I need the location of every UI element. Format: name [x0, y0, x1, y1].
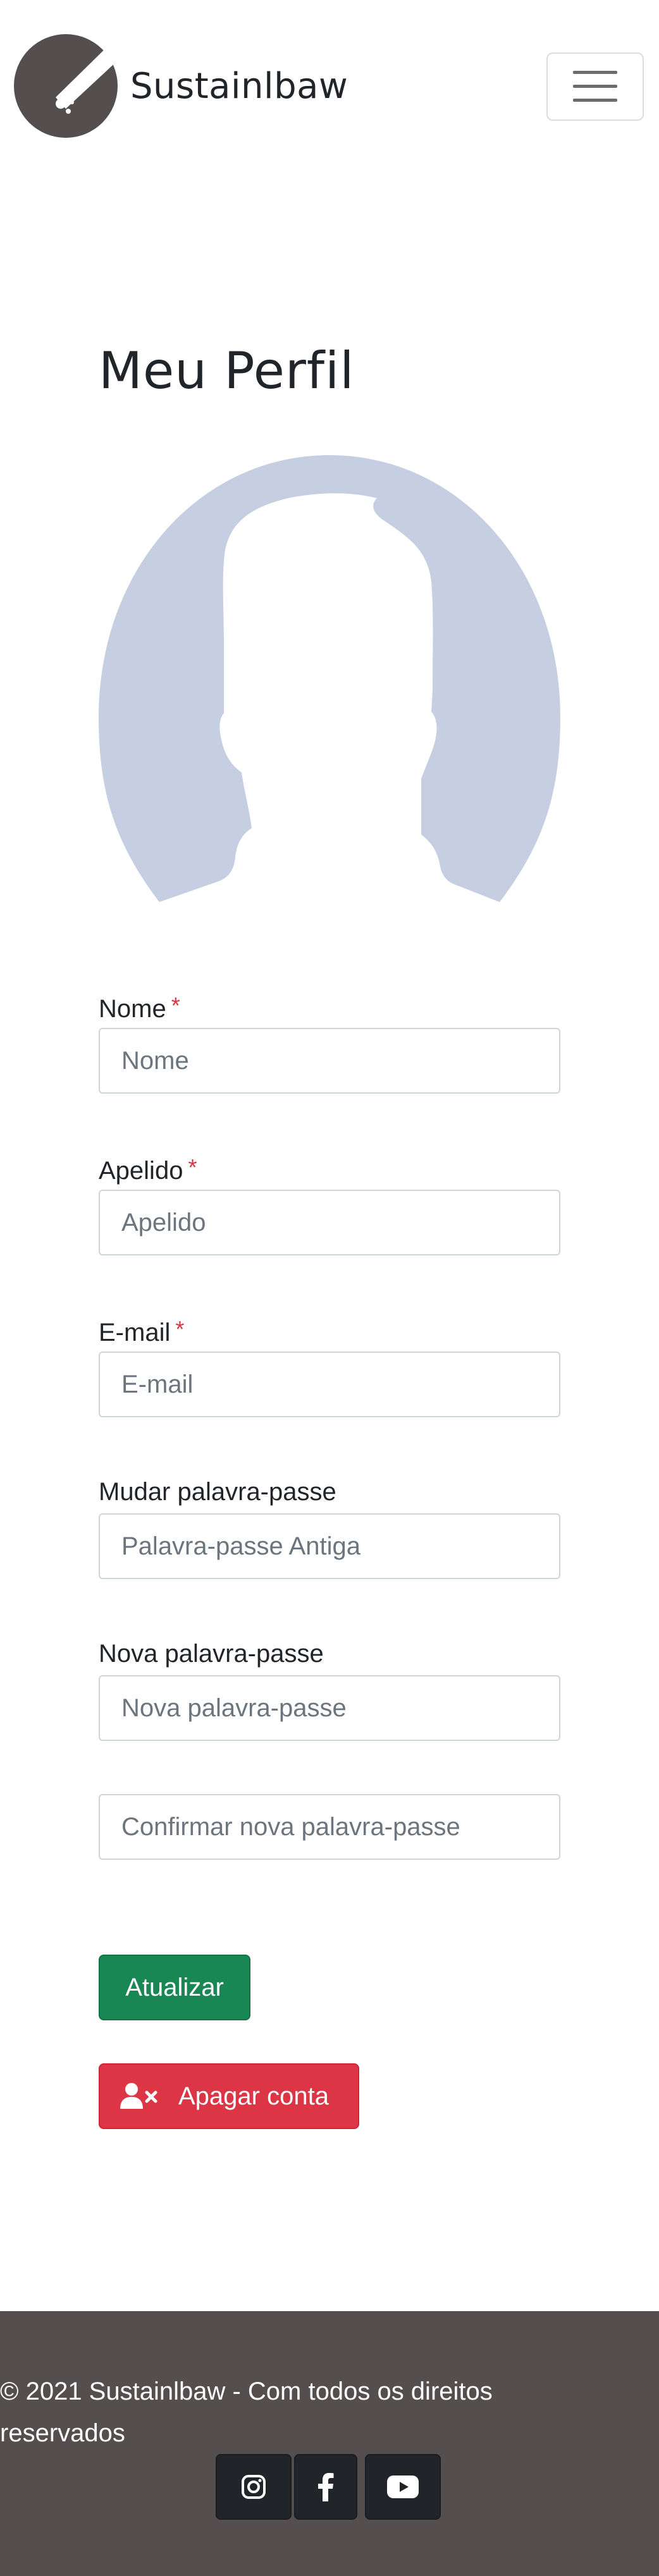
youtube-icon	[387, 2475, 419, 2498]
old-password-input[interactable]	[99, 1513, 560, 1579]
required-marker: *	[171, 992, 180, 1018]
apelido-label: Apelido *	[99, 1154, 197, 1185]
navbar-toggler-button[interactable]	[546, 52, 644, 121]
old-password-label: Mudar palavra-passe	[99, 1478, 336, 1506]
instagram-button[interactable]	[216, 2454, 292, 2520]
footer-copyright: © 2021 Sustainlbaw - Com todos os direit…	[0, 2378, 493, 2447]
delete-account-label: Apagar conta	[178, 2082, 329, 2110]
confirm-password-input[interactable]	[99, 1794, 560, 1860]
apelido-input[interactable]	[99, 1190, 560, 1255]
facebook-icon	[318, 2473, 334, 2501]
brand-link[interactable]: Sustainlbaw	[14, 34, 348, 138]
email-label: E-mail *	[99, 1316, 184, 1347]
new-password-label: Nova palavra-passe	[99, 1640, 324, 1668]
email-label-text: E-mail	[99, 1319, 171, 1346]
footer: © 2021 Sustainlbaw - Com todos os direit…	[0, 2311, 659, 2576]
youtube-button[interactable]	[365, 2454, 441, 2520]
default-avatar-silhouette-icon	[99, 455, 560, 902]
page-title: Meu Perfil	[99, 341, 355, 400]
instagram-icon	[242, 2475, 266, 2499]
new-password-input[interactable]	[99, 1675, 560, 1741]
navbar: Sustainlbaw	[0, 0, 659, 177]
nome-label: Nome *	[99, 992, 180, 1023]
nome-input[interactable]	[99, 1028, 560, 1094]
brand-name: Sustainlbaw	[130, 65, 348, 107]
telescope-logo-icon	[14, 34, 118, 138]
nome-label-text: Nome	[99, 995, 166, 1023]
required-marker: *	[175, 1316, 185, 1342]
user-remove-icon	[120, 2083, 157, 2109]
email-input[interactable]	[99, 1352, 560, 1417]
hamburger-menu-icon	[573, 71, 617, 102]
update-button[interactable]: Atualizar	[99, 1955, 250, 2020]
facebook-button[interactable]	[294, 2454, 357, 2520]
delete-account-button[interactable]: Apagar conta	[99, 2063, 359, 2129]
apelido-label-text: Apelido	[99, 1157, 183, 1185]
required-marker: *	[188, 1154, 197, 1180]
